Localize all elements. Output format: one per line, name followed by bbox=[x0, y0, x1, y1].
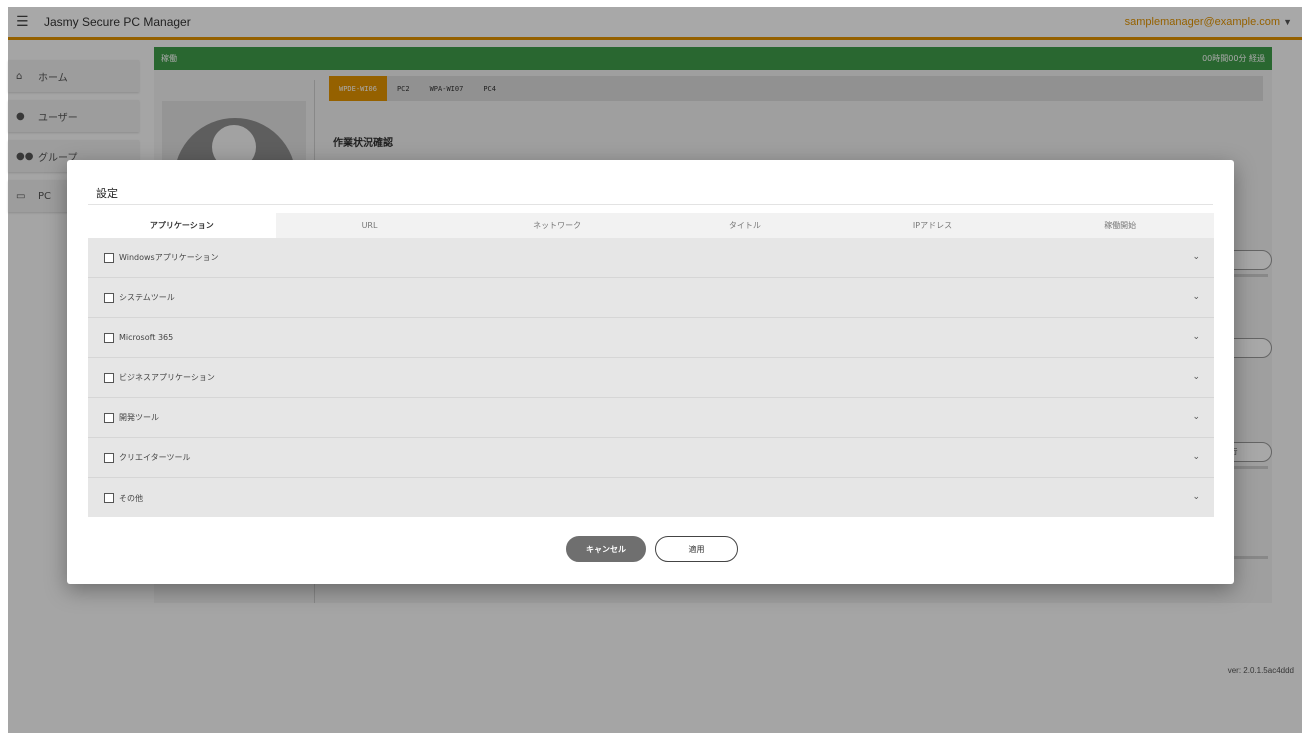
list-item[interactable]: 開発ツール ⌄ bbox=[88, 398, 1214, 438]
category-checkbox[interactable] bbox=[104, 452, 114, 463]
list-item[interactable]: Microsoft 365 ⌄ bbox=[88, 318, 1214, 358]
list-item[interactable]: クリエイターツール ⌄ bbox=[88, 438, 1214, 478]
category-checkbox[interactable] bbox=[104, 493, 114, 503]
tab-title[interactable]: タイトル bbox=[651, 213, 839, 238]
category-label: クリエイターツール bbox=[119, 453, 191, 462]
category-label: ビジネスアプリケーション bbox=[119, 373, 215, 382]
chevron-down-icon[interactable]: ⌄ bbox=[1192, 412, 1200, 422]
category-checkbox[interactable] bbox=[104, 372, 114, 383]
tab-ip-address[interactable]: IPアドレス bbox=[839, 213, 1027, 238]
chevron-down-icon[interactable]: ⌄ bbox=[1192, 252, 1200, 262]
category-checkbox[interactable] bbox=[104, 292, 114, 303]
settings-dialog: 設定 アプリケーション URL ネットワーク タイトル IPアドレス 稼働開始 … bbox=[67, 160, 1234, 584]
category-label: Windowsアプリケーション bbox=[119, 253, 219, 262]
category-list: Windowsアプリケーション ⌄ システムツール ⌄ Microsoft 36… bbox=[88, 238, 1214, 517]
category-label: システムツール bbox=[119, 293, 175, 302]
dialog-title: 設定 bbox=[96, 187, 118, 200]
chevron-down-icon[interactable]: ⌄ bbox=[1192, 372, 1200, 382]
cancel-button[interactable]: キャンセル bbox=[566, 536, 646, 562]
tab-network[interactable]: ネットワーク bbox=[463, 213, 651, 238]
chevron-down-icon[interactable]: ⌄ bbox=[1192, 332, 1200, 342]
tab-uptime-start[interactable]: 稼働開始 bbox=[1026, 213, 1214, 238]
chevron-down-icon[interactable]: ⌄ bbox=[1192, 452, 1200, 462]
tab-application[interactable]: アプリケーション bbox=[88, 213, 276, 238]
category-checkbox[interactable] bbox=[104, 412, 114, 423]
settings-tab-bar: アプリケーション URL ネットワーク タイトル IPアドレス 稼働開始 bbox=[88, 213, 1214, 238]
chevron-down-icon[interactable]: ⌄ bbox=[1192, 492, 1200, 502]
list-item[interactable]: その他 ⌄ bbox=[88, 478, 1214, 518]
list-item[interactable]: Windowsアプリケーション ⌄ bbox=[88, 238, 1214, 278]
category-label: 開発ツール bbox=[119, 413, 159, 422]
apply-button[interactable]: 適用 bbox=[655, 536, 738, 562]
category-label: Microsoft 365 bbox=[119, 333, 174, 342]
category-checkbox[interactable] bbox=[104, 252, 114, 263]
list-item[interactable]: システムツール ⌄ bbox=[88, 278, 1214, 318]
divider bbox=[88, 204, 1213, 205]
category-label: その他 bbox=[119, 493, 143, 503]
list-item[interactable]: ビジネスアプリケーション ⌄ bbox=[88, 358, 1214, 398]
chevron-down-icon[interactable]: ⌄ bbox=[1192, 292, 1200, 302]
tab-url[interactable]: URL bbox=[276, 213, 464, 238]
category-checkbox[interactable] bbox=[104, 332, 114, 343]
